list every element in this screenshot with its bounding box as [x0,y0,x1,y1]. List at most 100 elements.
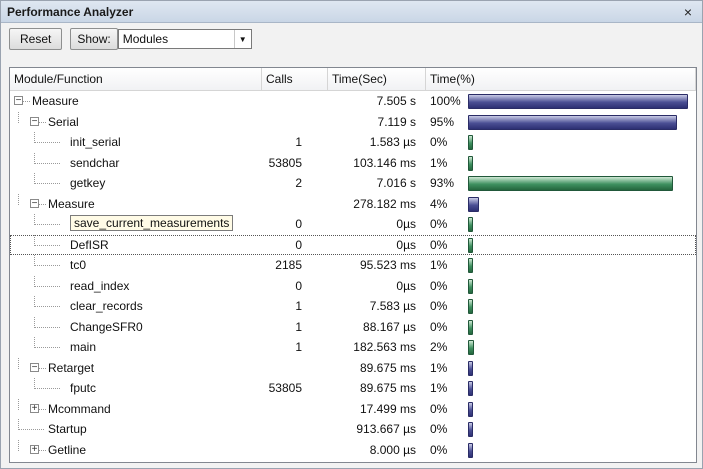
function-name: Measure [48,196,95,211]
show-select[interactable]: Modules ▼ [117,29,252,49]
tree-line [34,388,60,389]
calls-value: 53805 [268,155,302,170]
reset-button[interactable]: Reset [9,28,63,50]
time-percent-bar [468,442,473,458]
tree-cell: save_current_measurements [10,214,262,235]
calls-value [262,91,328,112]
table-row[interactable]: − Serial 7.119 s 95% [10,111,696,133]
time-percent-bar [468,319,473,335]
column-header-calls[interactable]: Calls [262,68,328,90]
collapse-icon[interactable]: − [14,96,23,106]
tree-line [39,203,46,205]
time-percent-cell: 0% [426,317,696,338]
tree-line [18,357,19,369]
time-value: 89.675 ms [359,360,416,375]
time-percent-value: 0% [430,237,448,252]
calls-value: 1 [295,299,302,314]
time-percent-cell: 0% [426,235,696,256]
time-percent-bar [468,340,474,355]
tree-line [34,306,60,307]
calls-value: 1 [295,319,302,334]
table-row[interactable]: − Retarget 89.675 ms 1% [10,357,696,379]
tree-cell: − Measure [10,193,262,215]
function-name: getkey [70,176,106,190]
column-header-time-pct[interactable]: Time(%) [426,68,696,90]
time-percent-bar [468,94,688,109]
table-row[interactable]: Startup 913.667 µs 0% [10,419,696,440]
tree-line [39,449,46,451]
time-value: 0µs [396,237,416,252]
time-value: 89.675 ms [359,381,416,396]
tree-line [18,193,19,205]
table-row[interactable]: main 1 182.563 ms 2% [10,337,696,358]
time-percent-bar [468,422,473,437]
calls-value [262,399,328,420]
calls-value: 0 [295,217,302,232]
table-row[interactable]: getkey 2 7.016 s 93% [10,173,696,194]
column-header-time-sec[interactable]: Time(Sec) [328,68,426,90]
tree-line [34,224,60,225]
expand-icon[interactable]: + [30,403,39,413]
calls-value [262,112,328,133]
tree-line [39,121,46,123]
function-name: main [70,340,97,354]
table-row[interactable]: − Measure 278.182 ms 4% [10,193,696,215]
time-value: 103.146 ms [353,155,416,170]
function-name: Retarget [48,360,95,375]
time-percent-cell: 95% [426,112,696,133]
table-row[interactable]: ChangeSFR0 1 88.167 µs 0% [10,316,696,338]
tree-cell: + Getline [10,439,262,461]
expand-icon[interactable]: + [30,444,39,454]
tree-line [34,347,60,348]
time-value: 913.667 µs [356,422,416,437]
performance-table[interactable]: Module/Function Calls Time(Sec) Time(%) … [9,67,697,463]
time-percent-bar [468,381,473,396]
column-header-name[interactable]: Module/Function [10,68,262,90]
tree-cell: clear_records [10,296,262,317]
time-percent-value: 0% [430,401,448,416]
table-row[interactable]: − Measure 7.505 s 100% [10,91,696,112]
calls-value: 0 [295,278,302,293]
time-percent-value: 2% [430,340,448,355]
time-percent-value: 0% [430,217,448,232]
collapse-icon[interactable]: − [30,362,39,372]
table-row[interactable]: init_serial 1 1.583 µs 0% [10,132,696,153]
tree-cell: sendchar [10,152,262,174]
time-percent-bar [468,114,677,130]
tree-cell: getkey [10,173,262,194]
chevron-down-icon[interactable]: ▼ [233,30,251,48]
title-bar: Performance Analyzer × [1,1,702,23]
table-row[interactable]: clear_records 1 7.583 µs 0% [10,296,696,317]
function-name: DefISR [70,237,109,252]
table-row[interactable]: + Mcommand 17.499 ms 0% [10,398,696,420]
time-percent-value: 0% [430,278,448,293]
tree-line [34,265,60,266]
table-row[interactable]: sendchar 53805 103.146 ms 1% [10,152,696,174]
table-row[interactable]: DefISR 0 0µs 0% [10,234,696,256]
time-percent-bar [468,196,479,212]
table-row[interactable]: + Getline 8.000 µs 0% [10,439,696,461]
function-name: sendchar [70,155,120,170]
show-label-button[interactable]: Show: [70,28,118,50]
tree-cell: + Mcommand [10,398,262,420]
collapse-icon[interactable]: − [30,116,39,126]
calls-value: 1 [295,135,302,150]
table-row[interactable]: tc0 2185 95.523 ms 1% [10,255,696,276]
time-percent-value: 4% [430,196,448,211]
tree-cell: tc0 [10,255,262,276]
calls-value: 2 [295,176,302,191]
table-row[interactable]: fputc 53805 89.675 ms 1% [10,378,696,399]
tree-cell: Startup [10,419,262,440]
time-value: 278.182 ms [353,196,416,211]
table-row[interactable]: save_current_measurements 0 0µs 0% [10,214,696,235]
table-row[interactable]: read_index 0 0µs 0% [10,275,696,297]
time-percent-value: 1% [430,381,448,396]
calls-value [262,358,328,379]
time-value: 0µs [396,278,416,293]
time-percent-value: 100% [430,94,461,109]
collapse-icon[interactable]: − [30,198,39,208]
time-percent-value: 1% [430,155,448,170]
time-value: 7.583 µs [369,299,416,314]
time-percent-value: 0% [430,135,448,150]
close-icon[interactable]: × [680,4,696,20]
